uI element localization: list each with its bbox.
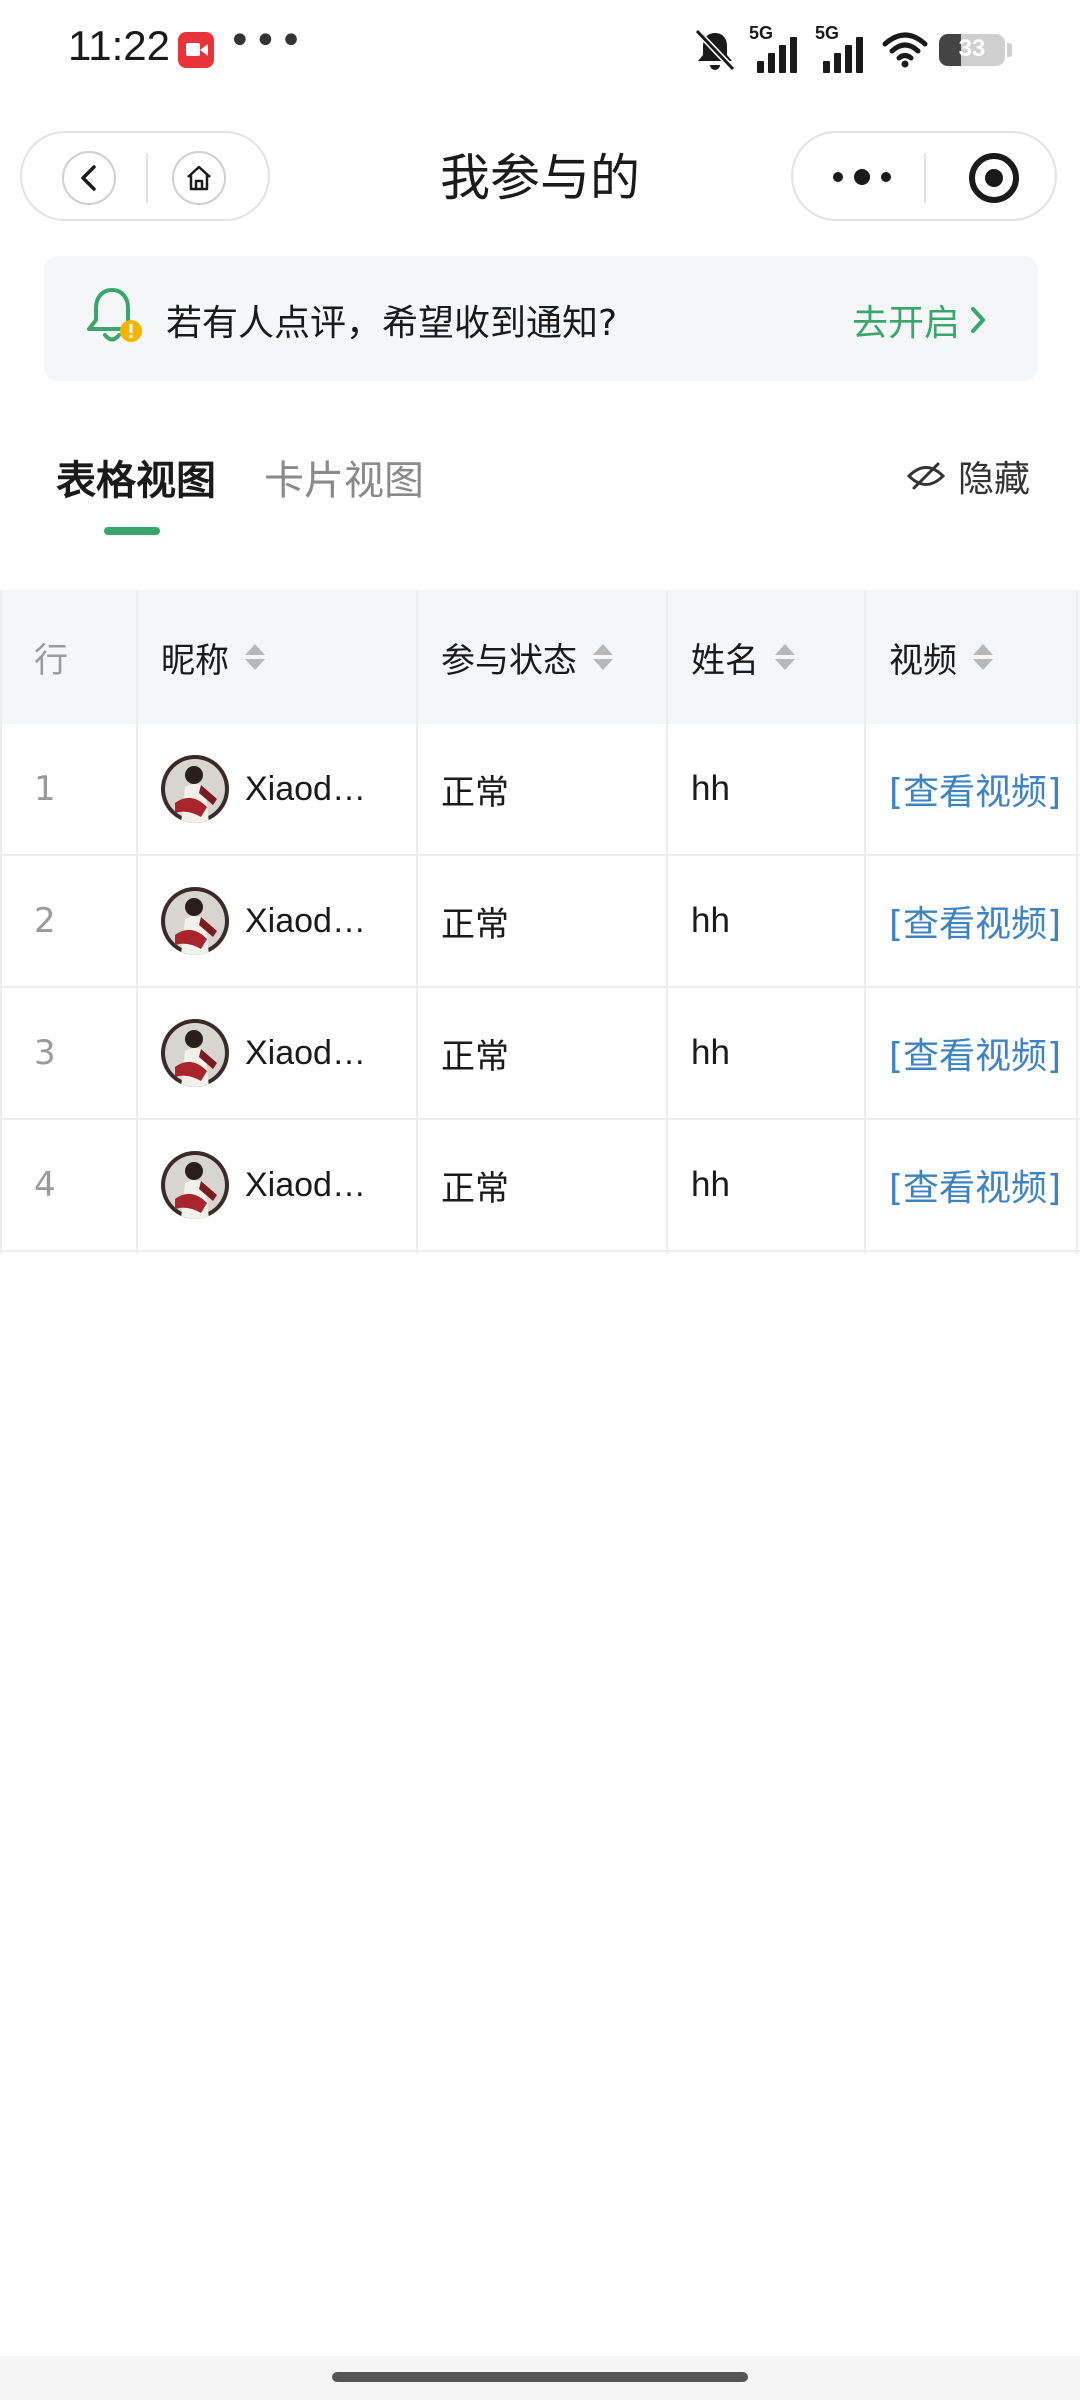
name-cell: hh [691,901,730,940]
chevron-right-icon [971,307,985,333]
network-type-2: 5G [815,23,840,43]
avatar [161,1151,229,1219]
status-cell: 正常 [441,904,509,945]
status-cell: 正常 [441,1036,509,1077]
sort-icon [973,642,993,672]
nickname-text: Xiaodo… [245,901,383,940]
nickname-cell[interactable]: Xiaodo… [137,724,417,854]
view-video-link[interactable]: [查看视频] [865,856,1080,986]
network-type-1: 5G [749,23,774,43]
nickname-text: Xiaodo… [245,1165,383,1204]
row-number: 2 [34,901,56,941]
header-video[interactable]: 视频 [865,590,1080,724]
status-bar: 11:22 ••• 5G 5G 33 [0,0,1080,100]
table-row: 2 Xiaodo… 正常 hh [查看视频] [0,856,1080,988]
header-status[interactable]: 参与状态 [417,590,667,724]
name-cell: hh [691,769,730,808]
header-name[interactable]: 姓名 [667,590,865,724]
sort-icon [245,642,265,672]
signal-5g-icon-1: 5G [749,23,805,73]
status-indicators: 5G 5G 33 [691,22,1012,78]
screen-record-icon [178,32,214,68]
battery-icon: 33 [939,34,1005,66]
close-miniprogram-button[interactable] [969,153,1019,203]
table-row: 3 Xiaodo… 正常 hh [查看视频] [0,988,1080,1120]
bell-muted-icon [694,28,736,72]
avatar [161,1019,229,1087]
table-header: 行 昵称 参与状态 姓名 视频 [0,590,1080,724]
eye-off-icon [906,462,946,490]
nickname-cell[interactable]: Xiaodo… [137,1120,417,1250]
status-more-icon: ••• [228,18,305,64]
name-cell: hh [691,1033,730,1072]
signal-5g-icon-2: 5G [815,23,871,73]
hide-label: 隐藏 [957,459,1030,500]
active-tab-indicator [104,527,160,535]
nickname-text: Xiaodo… [245,1033,383,1072]
status-time: 11:22 [68,22,170,69]
battery-level: 33 [958,35,986,62]
home-indicator[interactable] [332,2372,748,2382]
nickname-cell[interactable]: Xiaodo… [137,856,417,986]
gesture-bar [0,2356,1080,2400]
avatar [161,755,229,823]
nav-capsule-right [791,131,1057,221]
nickname-cell[interactable]: Xiaodo… [137,988,417,1118]
name-cell: hh [691,1165,730,1204]
status-cell: 正常 [441,1168,509,1209]
tab-table-view[interactable]: 表格视图 [56,448,216,506]
row-number: 1 [34,769,56,809]
row-number: 3 [34,1033,56,1073]
enable-notification-label: 去开启 [851,303,960,344]
bell-alert-icon [87,288,142,342]
sort-icon [593,642,613,672]
sort-icon [775,642,795,672]
row-number: 4 [34,1165,56,1205]
table-row: 1 Xiaodo… 正常 hh [查看视频] [0,724,1080,856]
wifi-icon [882,32,928,68]
nav-divider [924,153,926,203]
notification-banner: 若有人点评，希望收到通知? 去开启 [44,256,1038,381]
more-menu-button[interactable] [833,157,893,197]
table-row: 4 Xiaodo… 正常 hh [查看视频] [0,1120,1080,1252]
avatar [161,887,229,955]
view-video-link[interactable]: [查看视频] [865,1120,1080,1250]
tab-card-view[interactable]: 卡片视图 [264,448,424,506]
header-nickname[interactable]: 昵称 [137,590,417,724]
header-row: 行 [34,640,68,681]
view-video-link[interactable]: [查看视频] [865,988,1080,1118]
enable-notification-button[interactable]: 去开启 [852,294,988,346]
nickname-text: Xiaodo… [245,769,383,808]
view-video-link[interactable]: [查看视频] [865,724,1080,854]
hide-button[interactable]: 隐藏 [906,450,1030,502]
banner-message: 若有人点评，希望收到通知? [166,303,618,344]
status-cell: 正常 [441,772,509,813]
